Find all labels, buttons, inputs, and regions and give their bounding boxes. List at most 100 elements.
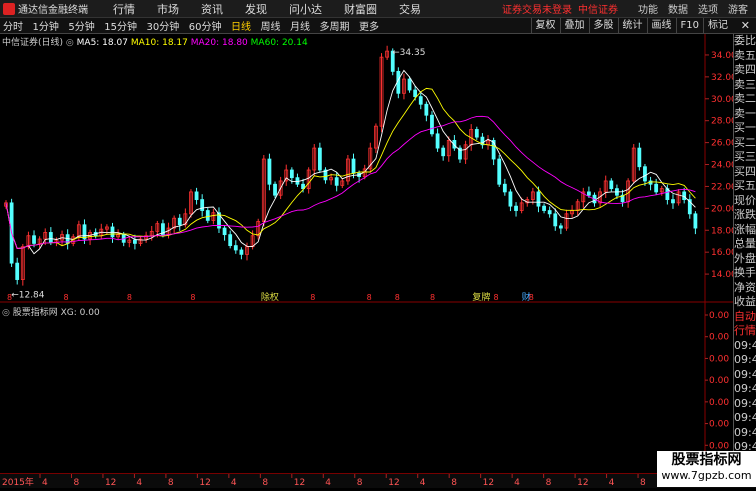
- candle-body: [587, 191, 591, 196]
- indicator-axis-label: 0.00: [709, 333, 729, 343]
- watermark-url: www.7gpzb.com: [661, 469, 752, 482]
- trades-header[interactable]: 自动: [734, 310, 756, 325]
- quote-field-label: 买四: [734, 164, 756, 178]
- indicator-name[interactable]: 股票指标网: [13, 308, 58, 318]
- candle-body: [671, 199, 675, 204]
- low-price-label: ←12.84: [11, 291, 45, 301]
- candle-body: [418, 96, 423, 105]
- tab-multi-period[interactable]: 多周期: [316, 22, 352, 33]
- price-tick-label: 32.00: [711, 73, 733, 83]
- candle-body: [334, 177, 339, 186]
- tool-multi-stock[interactable]: 多股: [588, 18, 618, 33]
- candle-body: [424, 103, 429, 116]
- quote-field-label: 卖四: [734, 63, 756, 76]
- price-tick-label: 24.00: [711, 161, 733, 171]
- kline-chart-svg[interactable]: 34.00 32.00 30.00 28.00 26.00 24.00 22.00 20.00…: [0, 34, 737, 473]
- candle-body: [48, 232, 53, 243]
- trade-time: 09:47: [734, 353, 756, 366]
- tab-1min[interactable]: 1分钟: [30, 22, 62, 33]
- menu-news[interactable]: 资讯: [190, 1, 234, 17]
- candle-body: [82, 224, 87, 240]
- tab-15min[interactable]: 15分钟: [101, 22, 140, 33]
- trade-time: 09:47: [734, 338, 756, 352]
- menu-data[interactable]: 数据: [668, 1, 688, 16]
- tool-mark[interactable]: 标记: [703, 18, 732, 33]
- event-tag[interactable]: 除权: [261, 291, 279, 303]
- calendar-mark: 8: [63, 293, 68, 302]
- quote-field-label: 买五: [734, 179, 756, 192]
- candle-body: [233, 245, 238, 251]
- ma10-value: MA10: 18.17: [130, 38, 188, 48]
- calendar-mark: 8: [430, 293, 435, 302]
- trades-header[interactable]: 行情: [734, 324, 756, 339]
- time-axis-svg: 2015年48124812481248124812481248124: [2, 474, 709, 488]
- indicator-settings-icon[interactable]: ◎: [2, 308, 10, 318]
- tab-intraday[interactable]: 分时: [0, 22, 26, 33]
- candle-body: [547, 210, 552, 215]
- quote-field-label: 买三: [734, 150, 756, 163]
- quote-field-label: 涨跌: [734, 208, 756, 221]
- title-bar: 通达信金融终端 行情 市场 资讯 发现 问小达 财富圈 交易 证券交易未登录 中…: [0, 0, 756, 18]
- candle-body: [435, 133, 440, 149]
- candle-body: [133, 239, 137, 244]
- quote-field-label: 卖二: [734, 92, 756, 105]
- quote-field-label: 涨幅: [734, 222, 756, 236]
- candle-body: [693, 213, 698, 229]
- quote-field-label: 委比: [734, 34, 756, 47]
- menu-wealth[interactable]: 财富圈: [333, 1, 388, 17]
- menu-trade[interactable]: 交易: [388, 1, 432, 17]
- calendar-mark: 8: [494, 293, 499, 302]
- tool-draw[interactable]: 画线: [646, 18, 676, 33]
- indicator-axis-label: 0.00: [709, 441, 729, 451]
- quote-field-label: 净资: [734, 280, 756, 294]
- ma-legend: 中信证券(日线) ◎ MA5: 18.07 MA10: 18.17 MA20: …: [2, 35, 308, 48]
- tab-30min[interactable]: 30分钟: [143, 22, 182, 33]
- close-icon[interactable]: ✕: [741, 18, 750, 33]
- watermark: 股票指标网 www.7gpzb.com: [657, 451, 756, 487]
- tab-more[interactable]: 更多: [356, 22, 382, 33]
- menu-ask[interactable]: 问小达: [278, 1, 333, 17]
- price-tick-label: 18.00: [711, 226, 733, 236]
- candle-body: [194, 191, 199, 200]
- tool-stats[interactable]: 统计: [617, 18, 647, 33]
- tool-overlay[interactable]: 叠加: [559, 18, 589, 33]
- candle-body: [502, 183, 507, 193]
- tab-5min[interactable]: 5分钟: [65, 22, 97, 33]
- user-guest[interactable]: 游客: [728, 1, 748, 16]
- tool-adjust[interactable]: 复权: [530, 18, 560, 33]
- app-logo-icon: [3, 2, 15, 15]
- tab-weekly[interactable]: 周线: [257, 22, 283, 33]
- menu-market[interactable]: 市场: [146, 1, 190, 17]
- tab-monthly[interactable]: 月线: [287, 22, 313, 33]
- quote-field-label: 现价: [734, 193, 756, 207]
- kline-chart-area[interactable]: 34.00 32.00 30.00 28.00 26.00 24.00 22.00 20.00…: [0, 34, 737, 473]
- quote-field-label: 总量: [734, 237, 756, 250]
- broker-name[interactable]: 中信证券: [578, 1, 618, 16]
- candle-body: [553, 213, 558, 227]
- indicator-axis-label: 0.00: [709, 398, 729, 408]
- trade-time: 09:47: [734, 396, 756, 410]
- candle-body: [177, 217, 182, 226]
- candle-body: [200, 199, 205, 211]
- tool-f10[interactable]: F10: [675, 18, 703, 33]
- ma60-value: MA60: 20.14: [250, 38, 308, 48]
- event-tag[interactable]: 复牌: [472, 291, 490, 303]
- tab-daily[interactable]: 日线: [228, 22, 254, 33]
- calendar-mark: 8: [310, 293, 315, 302]
- quote-field-label: 卖五: [734, 48, 756, 62]
- price-tick-label: 20.00: [711, 204, 733, 214]
- trade-status[interactable]: 证券交易未登录: [502, 1, 572, 16]
- candle-body: [32, 235, 36, 244]
- candle-body: [497, 158, 502, 185]
- candle-body: [205, 210, 210, 221]
- high-price-label: ←34.35: [392, 48, 425, 58]
- time-axis-bar: 2015年48124812481248124812481248124: [0, 473, 756, 488]
- settings-icon[interactable]: ◎: [66, 38, 74, 48]
- menu-options[interactable]: 选项: [698, 1, 718, 16]
- menu-quotes[interactable]: 行情: [102, 1, 146, 17]
- menu-functions[interactable]: 功能: [638, 1, 658, 16]
- price-tick-label: 14.00: [711, 270, 733, 280]
- price-tick-label: 30.00: [711, 95, 733, 105]
- tab-60min[interactable]: 60分钟: [186, 22, 225, 33]
- menu-discover[interactable]: 发现: [234, 1, 278, 17]
